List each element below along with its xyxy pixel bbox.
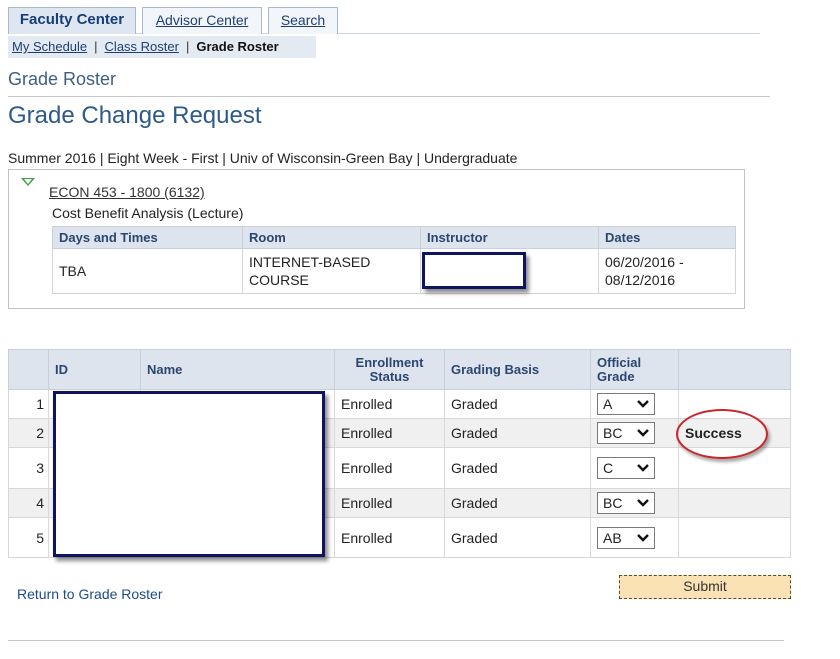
header-name: Name: [140, 349, 335, 390]
grade-cell: AB: [590, 517, 679, 558]
course-description: Cost Benefit Analysis (Lecture): [52, 205, 244, 221]
tab-faculty-center[interactable]: Faculty Center: [8, 7, 136, 34]
success-highlight-oval: [676, 409, 768, 459]
header-line: Official: [597, 354, 642, 370]
redacted-student-info: [53, 391, 325, 557]
basis-cell: Graded: [444, 418, 591, 448]
submit-button[interactable]: Submit: [619, 575, 791, 599]
grade-select[interactable]: C: [597, 457, 655, 479]
page-title: Grade Roster: [8, 69, 117, 89]
tab-advisor-center[interactable]: Advisor Center: [142, 7, 262, 34]
grade-select[interactable]: BC: [597, 492, 655, 514]
header-line: Grade: [597, 368, 635, 384]
class-info-box: ECON 453 - 1800 (6132) Cost Benefit Anal…: [8, 169, 745, 309]
return-to-grade-roster-link[interactable]: Return to Grade Roster: [17, 586, 163, 602]
header-row-num: [8, 349, 49, 390]
my-schedule-link[interactable]: My Schedule: [12, 39, 87, 54]
title-divider: [8, 96, 770, 97]
grade-value: AB: [603, 529, 622, 546]
chevron-down-icon: [637, 464, 649, 472]
course-link[interactable]: ECON 453 - 1800 (6132): [49, 184, 205, 200]
room-line: COURSE: [249, 272, 309, 288]
grade-value: C: [603, 460, 614, 476]
grade-cell: BC: [590, 488, 679, 518]
status-cell: Enrolled: [334, 389, 445, 419]
grade-roster-current: Grade Roster: [196, 39, 279, 54]
row-number: 5: [8, 517, 49, 558]
header-dates: Dates: [598, 226, 736, 249]
chevron-down-icon: [637, 429, 649, 437]
header-enrollment-status: Enrollment Status: [334, 349, 445, 390]
status-cell: Enrolled: [334, 488, 445, 518]
tab-label[interactable]: Advisor Center: [156, 12, 249, 28]
header-room: Room: [242, 226, 421, 249]
grade-value: BC: [603, 495, 623, 511]
grade-cell: A: [590, 389, 679, 419]
sub-navigation: My Schedule | Class Roster | Grade Roster: [8, 36, 316, 58]
row-number: 4: [8, 488, 49, 518]
status-cell: Enrolled: [334, 418, 445, 448]
header-line: Status: [369, 368, 410, 384]
tab-bar: Faculty Center Advisor Center Search: [8, 7, 760, 34]
meeting-table: Days and Times Room Instructor Dates TBA…: [52, 226, 736, 294]
grade-select[interactable]: A: [597, 393, 655, 415]
header-instructor: Instructor: [420, 226, 599, 249]
dates-value: 06/20/2016 - 08/12/2016: [598, 248, 736, 294]
row-number: 3: [8, 447, 49, 489]
header-message: [678, 349, 791, 390]
grade-cell: C: [590, 447, 679, 489]
redacted-instructor: [422, 252, 526, 289]
header-grading-basis: Grading Basis: [444, 349, 591, 390]
dates-line: 08/12/2016: [605, 272, 676, 288]
separator: |: [185, 39, 190, 54]
triangle-down-icon[interactable]: [21, 178, 35, 186]
dates-line: 06/20/2016 -: [605, 254, 684, 270]
grade-value: A: [603, 396, 613, 412]
class-roster-link[interactable]: Class Roster: [105, 39, 179, 54]
meeting-header-row: Days and Times Room Instructor Dates: [52, 226, 736, 249]
basis-cell: Graded: [444, 389, 591, 419]
term-info: Summer 2016 | Eight Week - First | Univ …: [8, 150, 518, 166]
header-official-grade: Official Grade: [590, 349, 679, 390]
grade-select[interactable]: AB: [597, 526, 655, 549]
chevron-down-icon: [637, 499, 649, 507]
grade-value: BC: [603, 425, 623, 441]
message-cell: [678, 517, 791, 558]
sub-title: Grade Change Request: [8, 102, 262, 129]
chevron-down-icon: [637, 400, 649, 408]
basis-cell: Graded: [444, 488, 591, 518]
bottom-divider: [8, 640, 784, 641]
room-line: INTERNET-BASED: [249, 254, 371, 270]
grade-select[interactable]: BC: [597, 422, 655, 444]
status-cell: Enrolled: [334, 447, 445, 489]
row-number: 2: [8, 418, 49, 448]
tab-label: Faculty Center: [19, 11, 125, 28]
room-value: INTERNET-BASED COURSE: [242, 248, 421, 294]
header-days-times: Days and Times: [52, 226, 243, 249]
status-cell: Enrolled: [334, 517, 445, 558]
tab-search[interactable]: Search: [268, 7, 338, 34]
chevron-down-icon: [637, 533, 649, 542]
tab-label[interactable]: Search: [281, 12, 325, 28]
header-id: ID: [48, 349, 141, 390]
separator: |: [94, 39, 98, 54]
row-number: 1: [8, 389, 49, 419]
grade-cell: BC: [590, 418, 679, 448]
roster-header-row: ID Name Enrollment Status Grading Basis …: [8, 349, 791, 390]
basis-cell: Graded: [444, 447, 591, 489]
header-line: Enrollment: [355, 354, 424, 370]
basis-cell: Graded: [444, 517, 591, 558]
days-times-value: TBA: [52, 248, 243, 294]
message-cell: [678, 488, 791, 518]
meeting-row: TBA INTERNET-BASED COURSE 06/20/2016 - 0…: [52, 248, 736, 294]
